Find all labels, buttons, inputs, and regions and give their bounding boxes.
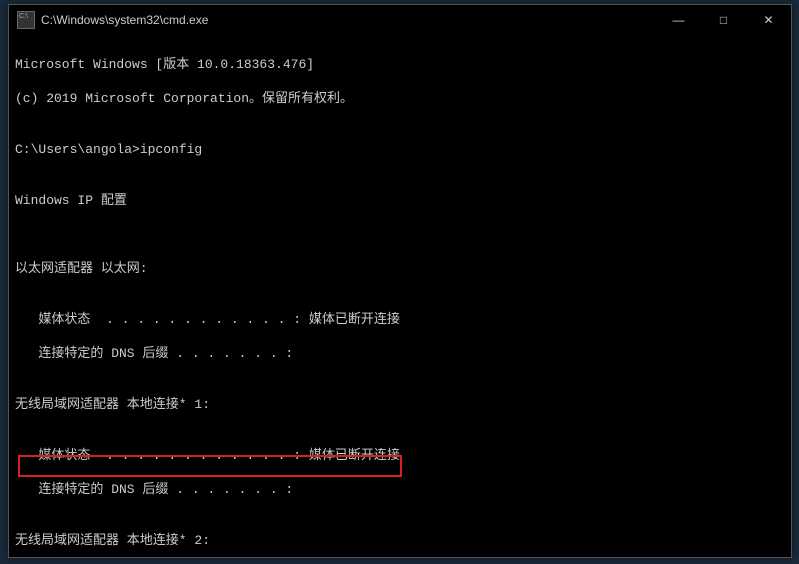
maximize-button[interactable]: □ [701, 5, 746, 35]
adapter-heading: 以太网适配器 以太网: [15, 260, 785, 277]
prompt-line: C:\Users\angola>ipconfig [15, 141, 785, 158]
minimize-button[interactable]: — [656, 5, 701, 35]
minimize-icon: — [673, 13, 685, 27]
close-icon: ✕ [763, 13, 773, 27]
output-line: Windows IP 配置 [15, 192, 785, 209]
adapter-heading: 无线局域网适配器 本地连接* 2: [15, 532, 785, 549]
output-line: 媒体状态 . . . . . . . . . . . . : 媒体已断开连接 [15, 311, 785, 328]
cmd-window: C:\Windows\system32\cmd.exe — □ ✕ Micros… [8, 4, 792, 558]
titlebar[interactable]: C:\Windows\system32\cmd.exe — □ ✕ [9, 5, 791, 35]
window-title: C:\Windows\system32\cmd.exe [41, 13, 656, 27]
output-line: (c) 2019 Microsoft Corporation。保留所有权利。 [15, 90, 785, 107]
cmd-icon [17, 11, 35, 29]
output-line: 连接特定的 DNS 后缀 . . . . . . . : [15, 481, 785, 498]
window-controls: — □ ✕ [656, 5, 791, 35]
output-line: 连接特定的 DNS 后缀 . . . . . . . : [15, 345, 785, 362]
maximize-icon: □ [720, 13, 727, 27]
adapter-heading: 无线局域网适配器 本地连接* 1: [15, 396, 785, 413]
output-line: 媒体状态 . . . . . . . . . . . . : 媒体已断开连接 [15, 447, 785, 464]
close-button[interactable]: ✕ [746, 5, 791, 35]
output-line: Microsoft Windows [版本 10.0.18363.476] [15, 56, 785, 73]
terminal-output[interactable]: Microsoft Windows [版本 10.0.18363.476] (c… [9, 35, 791, 557]
